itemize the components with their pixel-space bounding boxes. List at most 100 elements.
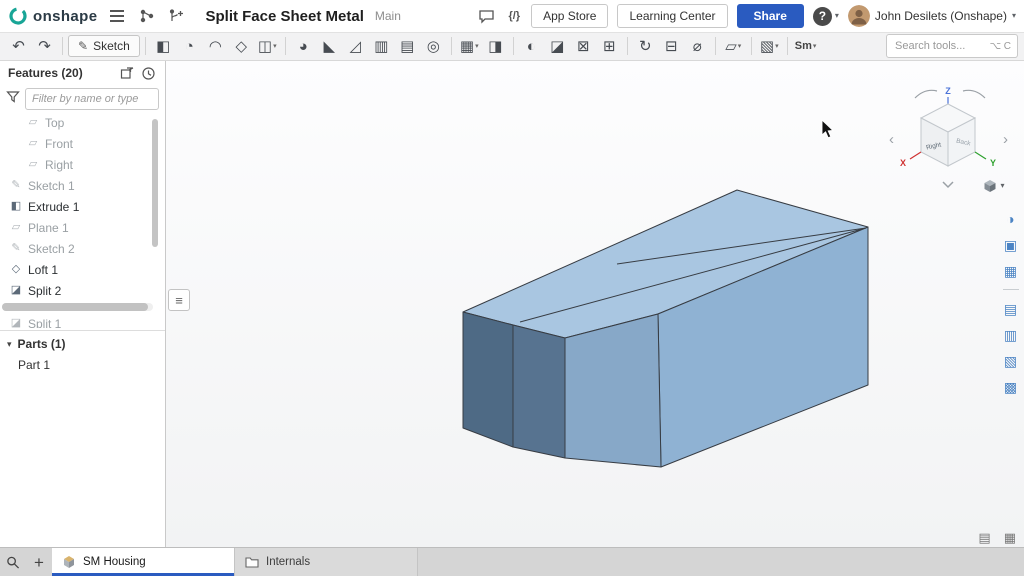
comments-icon[interactable]: ▤ <box>1000 298 1021 319</box>
feature-item-right[interactable]: ▱Right <box>0 154 165 175</box>
tab-internals[interactable]: Internals <box>234 548 418 576</box>
bom-table-icon[interactable]: ▩ <box>1000 376 1021 397</box>
add-tab-icon[interactable]: + <box>26 548 52 576</box>
chevron-down-icon: ▾ <box>1012 12 1016 20</box>
graphics-area[interactable]: Z ‹ › Right Back X Y ▾ ◑ ▣ ▦ ▤ ▥ ▧ <box>165 60 1024 548</box>
tab-sm-housing[interactable]: SM Housing <box>52 548 234 576</box>
feature-item-sketch-2[interactable]: ✎Sketch 2 <box>0 238 165 259</box>
sweep-icon[interactable]: ◠ <box>203 34 228 58</box>
featurescript-icon[interactable]: {/} <box>506 8 522 24</box>
boolean-icon[interactable]: ◐ <box>519 34 544 58</box>
parts-section-header[interactable]: ▾ Parts (1) <box>0 333 165 355</box>
insert-icon[interactable]: ▧▾ <box>757 34 782 58</box>
filter-funnel-icon[interactable] <box>6 90 20 109</box>
app-store-button[interactable]: App Store <box>531 4 608 28</box>
grid-settings-icon[interactable]: ▦ <box>1004 531 1016 544</box>
model-face-split-left[interactable] <box>463 312 513 447</box>
model-face-front[interactable] <box>565 314 661 467</box>
create-version-icon[interactable] <box>166 6 186 26</box>
chamfer-icon[interactable]: ◣ <box>317 34 342 58</box>
user-name: John Desilets (Onshape) <box>875 9 1007 23</box>
surface-icon[interactable]: ▱▾ <box>721 34 746 58</box>
share-button[interactable]: Share <box>737 4 804 28</box>
main-menu-icon[interactable] <box>106 6 128 26</box>
part-item-1[interactable]: Part 1 <box>0 355 165 375</box>
feature-item-split-1[interactable]: ◪Split 1 <box>0 313 165 328</box>
plane-icon: ▱ <box>27 138 39 149</box>
feature-item-split-2[interactable]: ◪Split 2 <box>0 280 165 301</box>
redo-icon[interactable]: ↷ <box>32 34 57 58</box>
toolbar-separator <box>751 37 752 55</box>
chat-icon[interactable] <box>476 6 497 26</box>
document-title[interactable]: Split Face Sheet Metal <box>205 8 363 25</box>
display-states-icon[interactable]: ▣ <box>1000 234 1021 255</box>
feature-item-loft-1[interactable]: ◇Loft 1 <box>0 259 165 280</box>
workspace-name[interactable]: Main <box>375 9 401 23</box>
loft-icon: ◇ <box>10 264 22 275</box>
revolve-icon[interactable]: ◔ <box>177 34 202 58</box>
search-tabs-icon[interactable] <box>0 548 26 576</box>
feature-filter-input[interactable] <box>25 88 159 110</box>
feature-item-top[interactable]: ▱Top <box>0 112 165 133</box>
tab-bar: + SM Housing Internals <box>0 547 1024 576</box>
rotate-right-chevron: › <box>1003 131 1008 148</box>
appearance-icon[interactable]: ◑ <box>1000 208 1021 229</box>
logo-wordmark: onshape <box>33 8 97 25</box>
rotate-ccw-arrow <box>915 90 937 98</box>
sheet-properties-icon[interactable]: ▤ <box>978 531 990 544</box>
parts-list-icon[interactable]: ▧ <box>1000 350 1021 371</box>
user-menu[interactable]: John Desilets (Onshape) ▾ <box>848 5 1016 27</box>
part-studio-icon <box>62 555 76 569</box>
scrollbar-thumb[interactable] <box>152 119 158 247</box>
onshape-logo[interactable]: onshape <box>8 6 97 26</box>
mirror-icon[interactable]: ◨ <box>483 34 508 58</box>
feature-item-plane-1[interactable]: ▱Plane 1 <box>0 217 165 238</box>
view-cube-caret <box>943 182 953 187</box>
feature-list-toggle-button[interactable]: ≡ <box>168 289 190 311</box>
scrollbar-thumb[interactable] <box>2 303 148 311</box>
rib-icon[interactable]: ▥ <box>369 34 394 58</box>
replace-face-icon[interactable]: ⊟ <box>659 34 684 58</box>
documents-panel-icon[interactable]: ▥ <box>1000 324 1021 345</box>
measure-icon[interactable]: ⌀ <box>685 34 710 58</box>
rotate-cw-arrow <box>963 90 985 98</box>
thicken-icon[interactable]: ◫▾ <box>255 34 280 58</box>
features-horizontal-scrollbar[interactable] <box>2 303 153 311</box>
new-folder-icon[interactable] <box>119 65 136 82</box>
feature-item-extrude-1[interactable]: ◧Extrude 1 <box>0 196 165 217</box>
help-menu[interactable]: ? ▾ <box>813 7 839 26</box>
svg-text:Z: Z <box>945 86 951 96</box>
view-options-button[interactable]: ▾ <box>977 176 1011 196</box>
undo-icon[interactable]: ↶ <box>6 34 31 58</box>
toolbar-separator <box>715 37 716 55</box>
search-shortcut-hint: ⌥ C <box>989 41 1011 52</box>
draft-icon[interactable]: ◿ <box>343 34 368 58</box>
delete-face-icon[interactable]: ⊠ <box>571 34 596 58</box>
pattern-icon[interactable]: ▦▾ <box>457 34 482 58</box>
custom-tables-icon[interactable]: ▦ <box>1000 260 1021 281</box>
folder-icon <box>245 556 259 568</box>
split-icon[interactable]: ◪ <box>545 34 570 58</box>
plane-icon: ▱ <box>27 159 39 170</box>
chevron-down-icon: ▾ <box>1000 182 1004 190</box>
model-face-split-right[interactable] <box>513 325 565 458</box>
extrude-icon[interactable]: ◧ <box>151 34 176 58</box>
feature-item-front[interactable]: ▱Front <box>0 133 165 154</box>
sheet-metal-icon[interactable]: Sm▾ <box>793 34 819 58</box>
transform-icon[interactable]: ↻ <box>633 34 658 58</box>
loft-icon[interactable]: ◇ <box>229 34 254 58</box>
shell-icon[interactable]: ▤ <box>395 34 420 58</box>
move-face-icon[interactable]: ⊞ <box>597 34 622 58</box>
sketch-button[interactable]: ✎ Sketch <box>68 35 140 57</box>
chevron-down-icon: ▾ <box>7 340 12 349</box>
help-icon: ? <box>813 7 832 26</box>
learning-center-button[interactable]: Learning Center <box>617 4 727 28</box>
history-clock-icon[interactable] <box>140 65 157 82</box>
fillet-icon[interactable]: ◕ <box>291 34 316 58</box>
feature-list: ▱Top ▱Front ▱Right ✎Sketch 1 ◧Extrude 1 … <box>0 112 165 301</box>
version-graph-icon[interactable] <box>137 6 157 26</box>
hole-icon[interactable]: ◎ <box>421 34 446 58</box>
feature-item-sketch-1[interactable]: ✎Sketch 1 <box>0 175 165 196</box>
search-tools-input[interactable] <box>893 39 985 53</box>
features-vertical-scrollbar[interactable] <box>152 114 158 304</box>
